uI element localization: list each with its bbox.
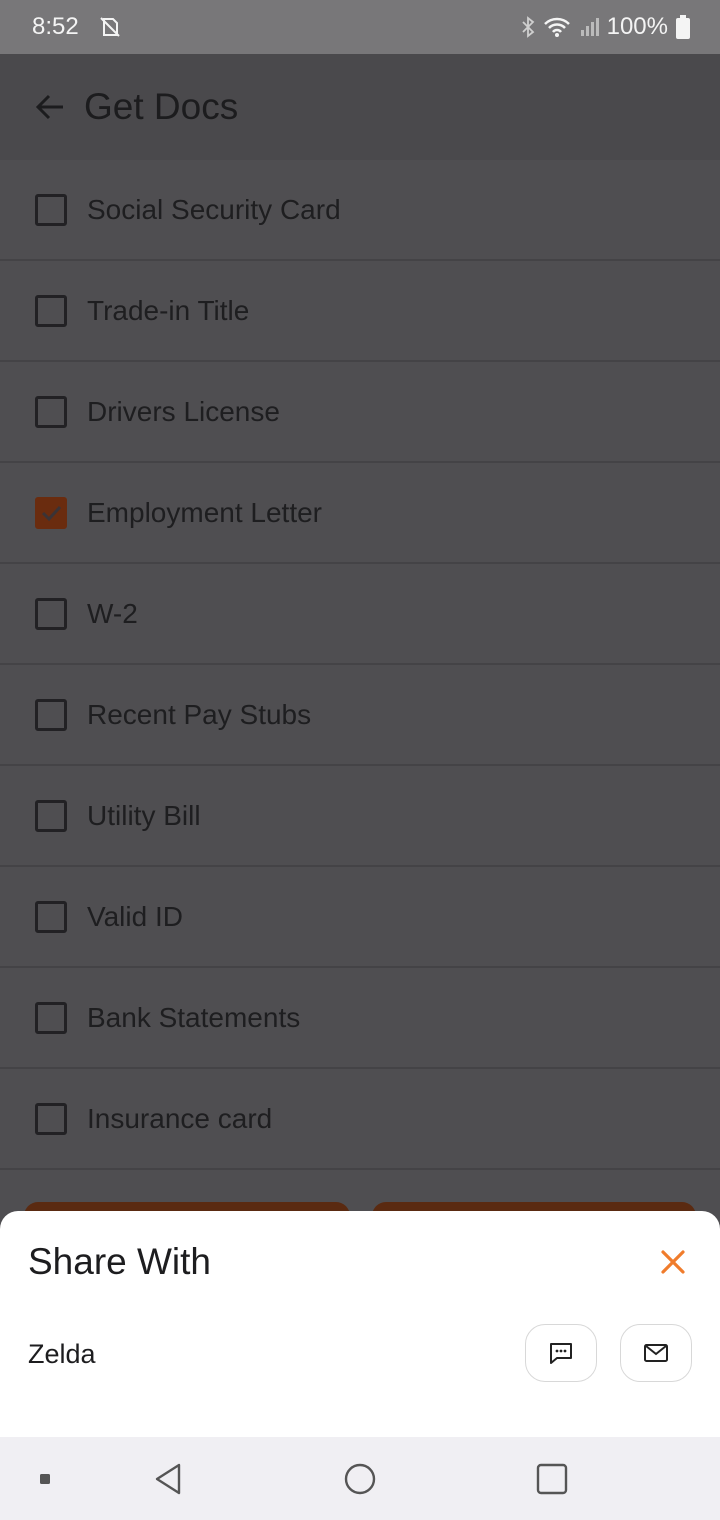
notification-off-icon <box>99 16 121 38</box>
status-bar: 8:52 100% <box>0 0 720 54</box>
document-label: Employment Letter <box>87 496 322 528</box>
checkbox[interactable] <box>35 294 67 327</box>
share-sheet: Share With Zelda <box>0 1211 720 1437</box>
document-label: Valid ID <box>87 900 183 932</box>
mail-button[interactable] <box>620 1324 692 1382</box>
battery-icon <box>676 15 690 39</box>
close-icon[interactable] <box>650 1239 696 1285</box>
message-icon <box>550 1343 572 1364</box>
document-label: Bank Statements <box>87 1001 301 1033</box>
document-row-insurance-card[interactable]: Insurance card <box>0 1069 720 1170</box>
document-row-trade-in-title[interactable]: Trade-in Title <box>0 261 720 362</box>
document-row-w2[interactable]: W-2 <box>0 564 720 665</box>
document-label: Social Security Card <box>87 193 341 225</box>
checkbox[interactable] <box>35 395 67 428</box>
document-label: Utility Bill <box>87 799 201 831</box>
document-label: Drivers License <box>87 395 280 427</box>
checkbox[interactable] <box>35 1102 67 1135</box>
bluetooth-icon <box>521 16 535 38</box>
message-button[interactable] <box>525 1324 597 1382</box>
document-row-drivers-license[interactable]: Drivers License <box>0 362 720 463</box>
signal-icon <box>579 16 601 38</box>
checkbox[interactable] <box>35 597 67 630</box>
checkbox[interactable] <box>35 900 67 933</box>
back-triangle-icon[interactable] <box>148 1437 188 1520</box>
contact-name: Zelda <box>28 1339 96 1369</box>
recent-apps-dot-icon[interactable] <box>30 1437 60 1520</box>
overview-square-icon[interactable] <box>532 1437 572 1520</box>
document-row-valid-id[interactable]: Valid ID <box>0 867 720 968</box>
battery-percent: 100% <box>606 13 668 40</box>
app-bar: Get Docs <box>0 54 720 160</box>
document-label: Insurance card <box>87 1102 273 1134</box>
checkbox[interactable] <box>35 698 67 731</box>
status-time: 8:52 <box>32 13 79 40</box>
checkbox[interactable] <box>35 1001 67 1034</box>
checkbox[interactable] <box>35 799 67 832</box>
system-nav-bar <box>0 1437 720 1520</box>
arrow-left-icon[interactable] <box>20 77 80 137</box>
document-label: W-2 <box>87 597 138 629</box>
wifi-icon <box>543 16 571 38</box>
share-sheet-title: Share With <box>28 1241 212 1282</box>
mail-icon <box>644 1344 668 1362</box>
checkmark-icon <box>41 505 62 521</box>
document-checklist: Social Security Card Trade-in Title Driv… <box>0 160 720 1170</box>
checkbox[interactable] <box>35 193 67 226</box>
document-label: Trade-in Title <box>87 294 250 326</box>
page-title: Get Docs <box>84 86 239 127</box>
document-row-utility-bill[interactable]: Utility Bill <box>0 766 720 867</box>
checkbox-checked[interactable] <box>35 496 67 529</box>
document-row-employment-letter[interactable]: Employment Letter <box>0 463 720 564</box>
document-row-recent-pay-stubs[interactable]: Recent Pay Stubs <box>0 665 720 766</box>
document-row-social-security-card[interactable]: Social Security Card <box>0 160 720 261</box>
home-circle-icon[interactable] <box>340 1437 380 1520</box>
document-label: Recent Pay Stubs <box>87 698 312 730</box>
document-row-bank-statements[interactable]: Bank Statements <box>0 968 720 1069</box>
